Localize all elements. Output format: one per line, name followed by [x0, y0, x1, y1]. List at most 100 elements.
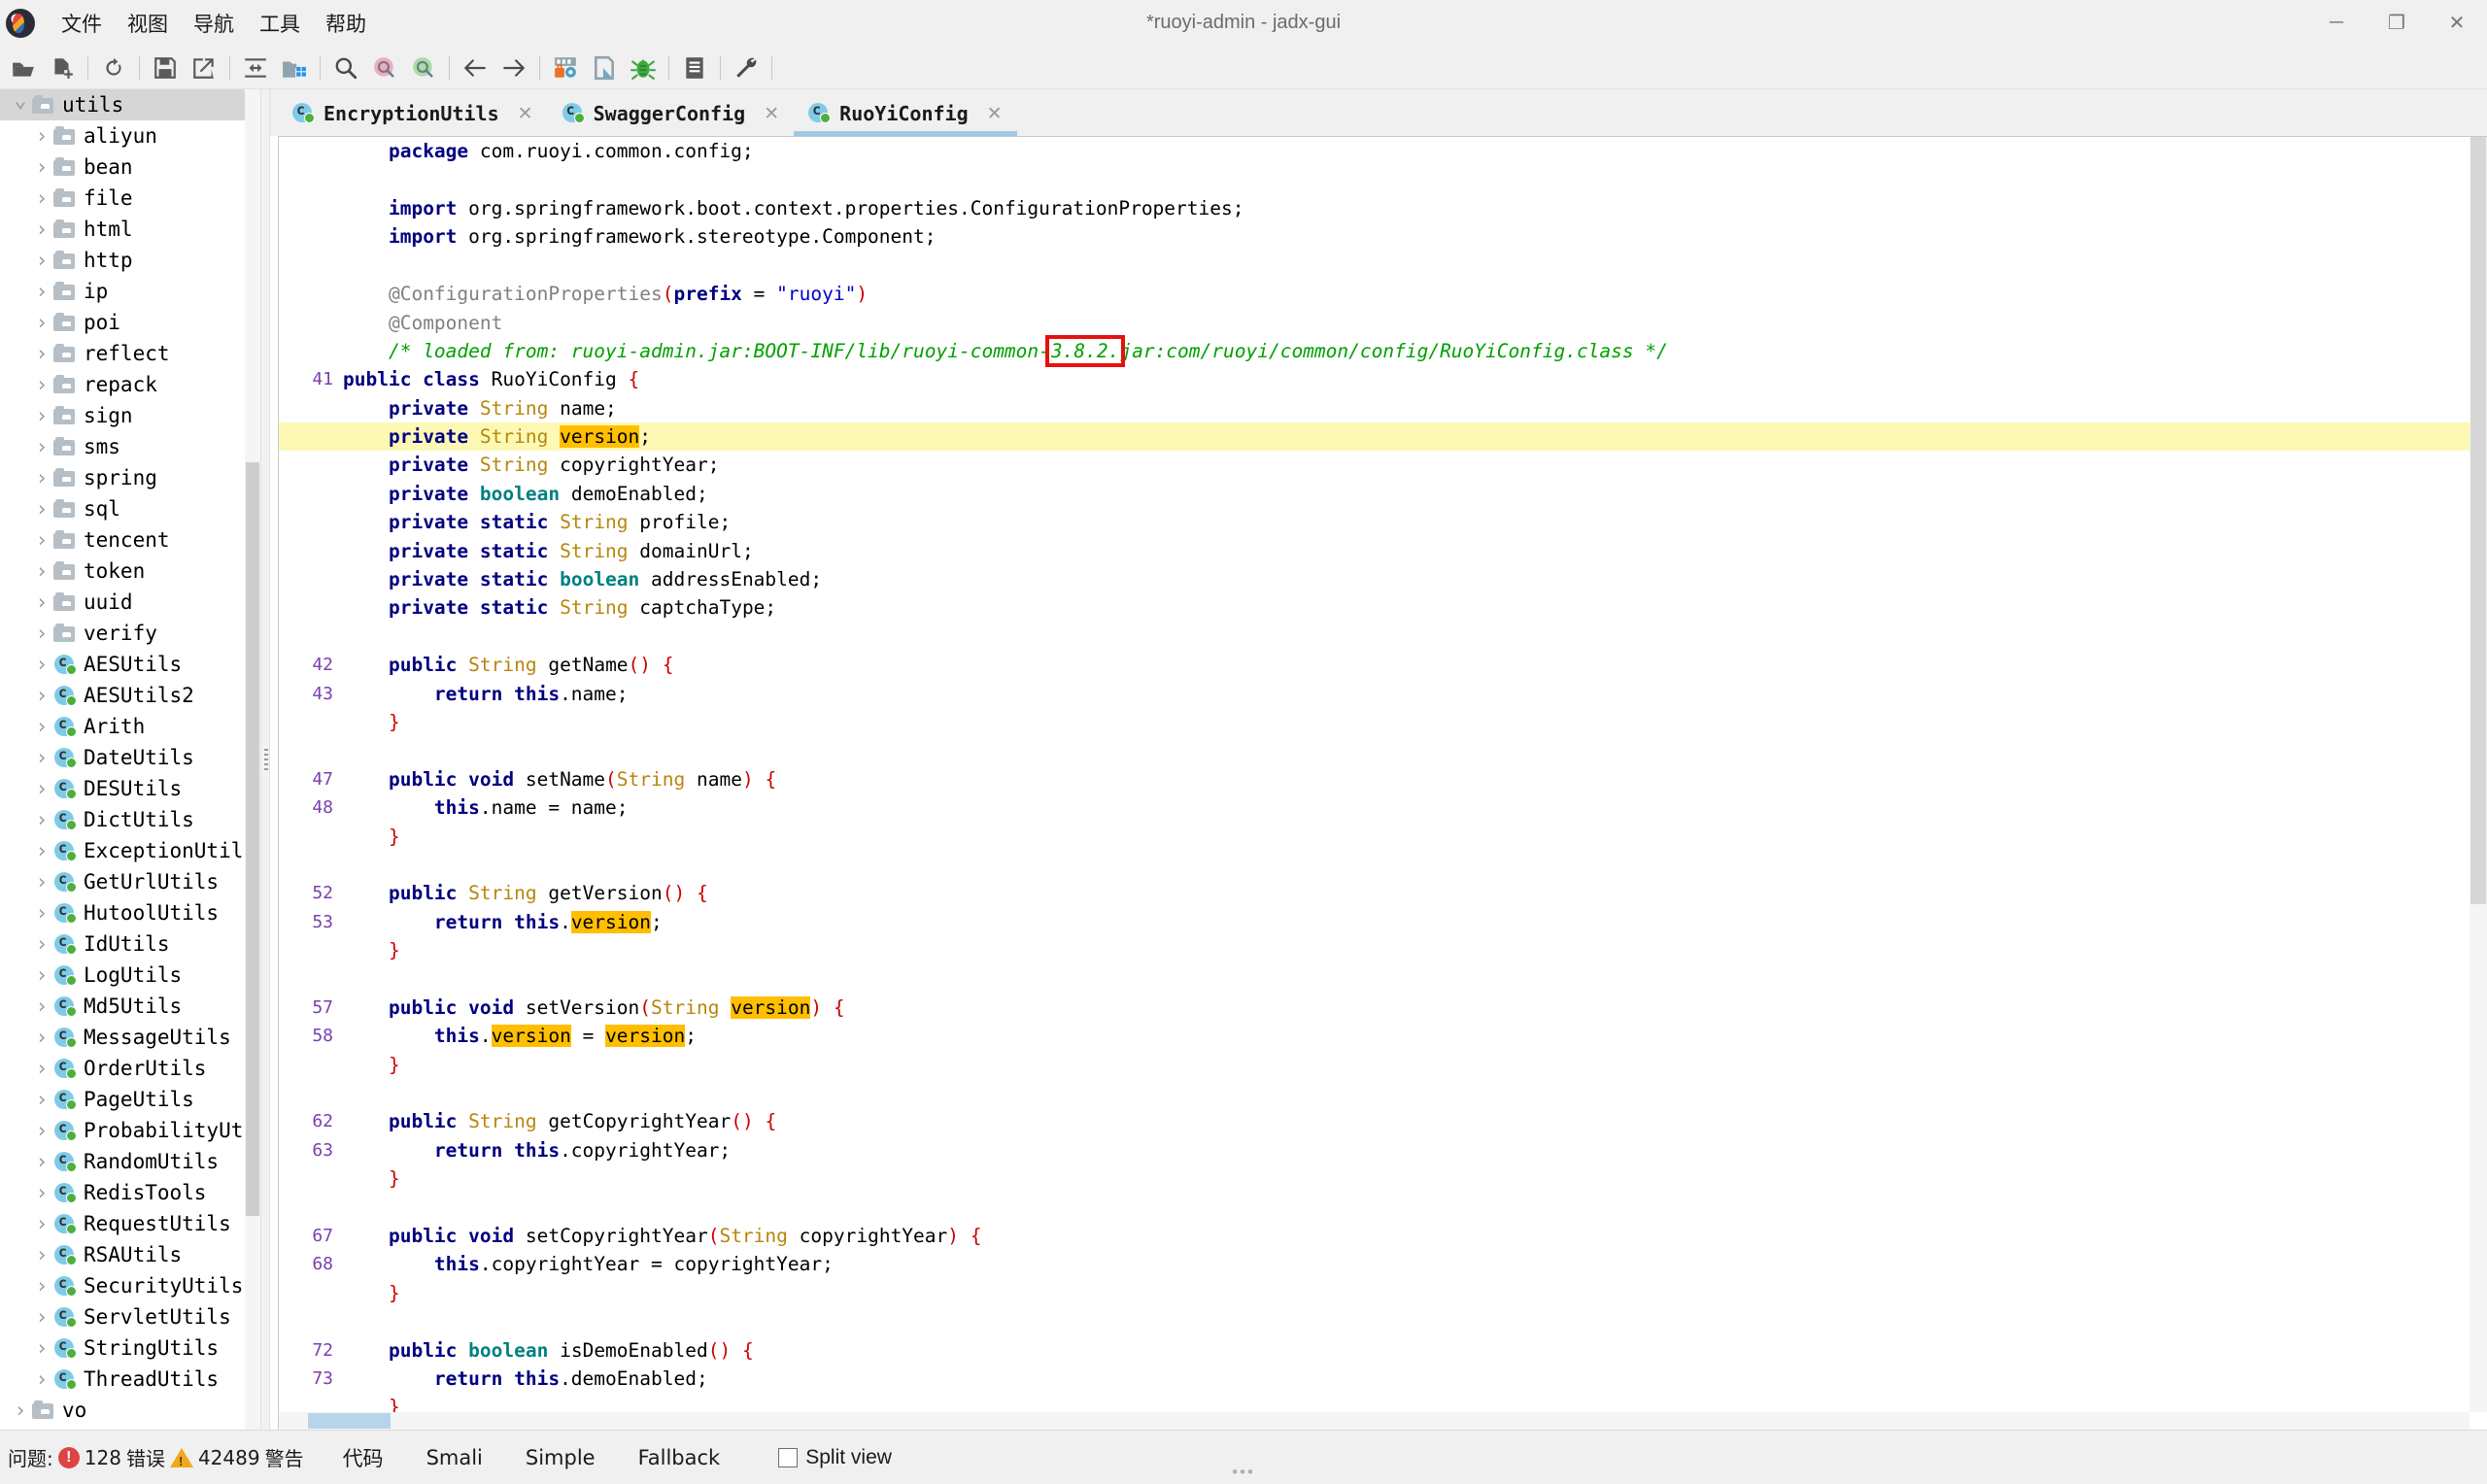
- code-line[interactable]: 57 public void setVersion(String version…: [279, 994, 2470, 1022]
- tree-item-aesutils[interactable]: AESUtils: [0, 649, 245, 680]
- tree-item-utils[interactable]: utils: [0, 89, 245, 120]
- tree-item-desutils[interactable]: DESUtils: [0, 773, 245, 804]
- quark-icon[interactable]: [588, 51, 621, 84]
- chevron-right-icon[interactable]: [31, 280, 52, 303]
- tree-item-idutils[interactable]: IdUtils: [0, 928, 245, 960]
- tree-item-security[interactable]: SecurityUtils: [0, 1270, 245, 1301]
- chevron-right-icon[interactable]: [31, 155, 52, 179]
- code-line[interactable]: package com.ruoyi.common.config;: [279, 137, 2470, 165]
- resize-grip-icon[interactable]: •••: [0, 1463, 2487, 1482]
- tree-item-ip[interactable]: ip: [0, 276, 245, 307]
- code-line[interactable]: 73 return this.demoEnabled;: [279, 1365, 2470, 1393]
- code-line[interactable]: 67 public void setCopyrightYear(String c…: [279, 1222, 2470, 1250]
- tree-item-redis[interactable]: RedisTools: [0, 1177, 245, 1208]
- chevron-right-icon[interactable]: [31, 342, 52, 365]
- tree-item-hutool[interactable]: HutoolUtils: [0, 897, 245, 928]
- chevron-right-icon[interactable]: [31, 622, 52, 645]
- tree-item-thread[interactable]: ThreadUtils: [0, 1364, 245, 1395]
- code-line[interactable]: }: [279, 1051, 2470, 1079]
- chevron-right-icon[interactable]: [31, 1057, 52, 1080]
- chevron-right-icon[interactable]: [31, 995, 52, 1018]
- code-line[interactable]: 68 this.copyrightYear = copyrightYear;: [279, 1250, 2470, 1278]
- tree-item-dateutils[interactable]: DateUtils: [0, 742, 245, 773]
- menu-file[interactable]: 文件: [49, 5, 115, 42]
- add-files-icon[interactable]: [46, 51, 79, 84]
- chevron-right-icon[interactable]: [31, 435, 52, 458]
- chevron-right-icon[interactable]: [31, 528, 52, 552]
- chevron-down-icon[interactable]: [10, 93, 31, 118]
- forward-arrow-icon[interactable]: [497, 51, 530, 84]
- tree-item-sql[interactable]: sql: [0, 493, 245, 524]
- tree-item-vo[interactable]: vo: [0, 1395, 245, 1426]
- tree-vertical-scrollbar[interactable]: [245, 89, 260, 1430]
- tree-item-random[interactable]: RandomUtils: [0, 1146, 245, 1177]
- code-line[interactable]: 53 return this.version;: [279, 908, 2470, 936]
- tree-item-http[interactable]: http: [0, 245, 245, 276]
- save-icon[interactable]: [149, 51, 182, 84]
- tab-close-icon[interactable]: ✕: [763, 103, 780, 125]
- tree-item-md5utils[interactable]: Md5Utils: [0, 991, 245, 1022]
- code-line[interactable]: @Component: [279, 308, 2470, 336]
- code-line[interactable]: 62 public String getCopyrightYear() {: [279, 1107, 2470, 1135]
- tree-item-tencent[interactable]: tencent: [0, 524, 245, 556]
- tree-item-file[interactable]: file: [0, 183, 245, 214]
- tree-item-geturl[interactable]: GetUrlUtils: [0, 866, 245, 897]
- tree-item-orderutils[interactable]: OrderUtils: [0, 1053, 245, 1084]
- deobfuscation-icon[interactable]: [549, 51, 582, 84]
- code-vertical-scrollbar[interactable]: [2470, 137, 2487, 1412]
- chevron-right-icon[interactable]: [31, 1181, 52, 1204]
- chevron-right-icon[interactable]: [31, 218, 52, 241]
- code-line[interactable]: }: [279, 936, 2470, 964]
- search-class-icon[interactable]: [368, 51, 401, 84]
- code-line[interactable]: [279, 736, 2470, 764]
- tree-item-logutils[interactable]: LogUtils: [0, 960, 245, 991]
- chevron-right-icon[interactable]: [31, 1305, 52, 1329]
- code-line[interactable]: }: [279, 708, 2470, 736]
- decompile-all-icon[interactable]: [278, 51, 311, 84]
- tree-item-rsautils[interactable]: RSAUtils: [0, 1239, 245, 1270]
- code-line[interactable]: [279, 1307, 2470, 1335]
- code-line[interactable]: 58 this.version = version;: [279, 1022, 2470, 1050]
- search-icon[interactable]: [329, 51, 362, 84]
- code-line[interactable]: [279, 252, 2470, 280]
- search-comment-icon[interactable]: [407, 51, 440, 84]
- tree-item-sign[interactable]: sign: [0, 400, 245, 431]
- code-line[interactable]: 72 public boolean isDemoEnabled() {: [279, 1335, 2470, 1364]
- tree-item-token[interactable]: token: [0, 556, 245, 587]
- code-line[interactable]: private static String profile;: [279, 508, 2470, 536]
- chevron-right-icon[interactable]: [31, 497, 52, 521]
- tree-item-dictutils[interactable]: DictUtils: [0, 804, 245, 835]
- code-line[interactable]: /* loaded from: ruoyi-admin.jar:BOOT-INF…: [279, 334, 2470, 367]
- chevron-right-icon[interactable]: [31, 1212, 52, 1235]
- code-horizontal-scrollbar[interactable]: [279, 1412, 2470, 1430]
- close-button[interactable]: ✕: [2427, 0, 2487, 47]
- chevron-right-icon[interactable]: [31, 249, 52, 272]
- tree-item-arith[interactable]: Arith: [0, 711, 245, 742]
- code-line[interactable]: [279, 964, 2470, 993]
- open-file-icon[interactable]: [7, 51, 40, 84]
- tree-item-string[interactable]: StringUtils: [0, 1332, 245, 1364]
- code-line[interactable]: 63 return this.copyrightYear;: [279, 1136, 2470, 1164]
- code-line[interactable]: private String version;: [279, 422, 2470, 452]
- debugger-icon[interactable]: [627, 51, 660, 84]
- pane-splitter[interactable]: [260, 89, 270, 1430]
- chevron-right-icon[interactable]: [31, 1336, 52, 1360]
- code-line[interactable]: 41 public class RuoYiConfig {: [279, 365, 2470, 393]
- code-vertical-scrollbar-thumb[interactable]: [2470, 137, 2486, 904]
- code-line[interactable]: private static String captchaType;: [279, 593, 2470, 622]
- project-tree[interactable]: utils aliyun bean file html http ip poi reflect r…: [0, 89, 245, 1430]
- chevron-right-icon[interactable]: [31, 684, 52, 707]
- code-line[interactable]: @ConfigurationProperties(prefix = "ruoyi…: [279, 280, 2470, 308]
- menu-view[interactable]: 视图: [115, 5, 181, 42]
- code-line[interactable]: 42 public String getName() {: [279, 651, 2470, 679]
- minimize-button[interactable]: ─: [2306, 0, 2367, 47]
- chevron-right-icon[interactable]: [31, 1088, 52, 1111]
- code-line[interactable]: }: [279, 1164, 2470, 1193]
- code-line[interactable]: private String name;: [279, 394, 2470, 422]
- chevron-right-icon[interactable]: [31, 1119, 52, 1142]
- chevron-right-icon[interactable]: [31, 839, 52, 862]
- tree-item-request[interactable]: RequestUtils: [0, 1208, 245, 1239]
- tree-vertical-scrollbar-thumb[interactable]: [246, 462, 259, 1216]
- chevron-right-icon[interactable]: [31, 1274, 52, 1298]
- chevron-right-icon[interactable]: [31, 311, 52, 334]
